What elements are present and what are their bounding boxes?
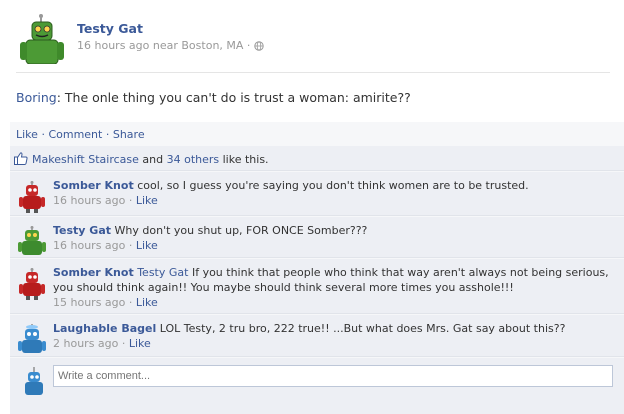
post-actions: Like · Comment · Share bbox=[16, 128, 145, 141]
meta-separator: · bbox=[246, 39, 251, 52]
action-separator: · bbox=[41, 128, 45, 141]
comment: Somber Knot cool, so I guess you're sayi… bbox=[10, 172, 624, 216]
comment-time[interactable]: 16 hours ago bbox=[53, 239, 125, 252]
comment-meta: 16 hours ago · Like bbox=[53, 239, 158, 252]
comment: Testy Gat Why don't you shut up, FOR ONC… bbox=[10, 217, 624, 258]
comment-like-link[interactable]: Like bbox=[136, 296, 158, 309]
post-time[interactable]: 16 hours ago bbox=[77, 39, 149, 52]
current-user-avatar[interactable] bbox=[20, 367, 48, 399]
comment-input[interactable] bbox=[53, 365, 613, 387]
author-avatar[interactable] bbox=[18, 14, 68, 64]
post-author[interactable]: Testy Gat bbox=[77, 21, 143, 36]
share-link[interactable]: Share bbox=[113, 128, 145, 141]
post-location[interactable]: Boston, MA bbox=[181, 39, 243, 52]
action-separator: · bbox=[105, 128, 110, 141]
commenter-name[interactable]: Somber Knot bbox=[53, 179, 134, 192]
comment-time[interactable]: 16 hours ago bbox=[53, 194, 125, 207]
liker-name[interactable]: Makeshift Staircase bbox=[32, 153, 139, 166]
comment-meta: 16 hours ago · Like bbox=[53, 194, 158, 207]
commenter-name[interactable]: Somber Knot bbox=[53, 266, 134, 279]
comment-meta: 15 hours ago · Like bbox=[53, 296, 158, 309]
comment-mention[interactable]: Testy Gat bbox=[137, 266, 188, 279]
location-prefix: near bbox=[152, 39, 178, 52]
comment-text: Why don't you shut up, FOR ONCE Somber??… bbox=[114, 224, 368, 237]
likes-tail: like this. bbox=[222, 153, 269, 166]
comment: Somber Knot Testy Gat If you think that … bbox=[10, 259, 624, 314]
post-tag[interactable]: Boring bbox=[16, 90, 57, 105]
likes-and: and bbox=[142, 153, 164, 166]
post-text: The onle thing you can't do is trust a w… bbox=[60, 90, 411, 105]
comment-like-link[interactable]: Like bbox=[136, 194, 158, 207]
commenter-name[interactable]: Testy Gat bbox=[53, 224, 111, 237]
comment: Laughable Bagel LOL Testy, 2 tru bro, 22… bbox=[10, 315, 624, 357]
comment-time[interactable]: 2 hours ago bbox=[53, 337, 118, 350]
comment-link[interactable]: Comment bbox=[48, 128, 102, 141]
commenter-avatar[interactable] bbox=[16, 226, 48, 258]
like-link[interactable]: Like bbox=[16, 128, 38, 141]
comment-like-link[interactable]: Like bbox=[136, 239, 158, 252]
comment-like-link[interactable]: Like bbox=[129, 337, 151, 350]
comment-content: Laughable Bagel LOL Testy, 2 tru bro, 22… bbox=[53, 321, 613, 336]
header-divider bbox=[16, 72, 610, 73]
likes-others[interactable]: 34 others bbox=[167, 153, 220, 166]
comment-text: cool, so I guess you're saying you don't… bbox=[137, 179, 529, 192]
commenter-avatar[interactable] bbox=[16, 181, 48, 213]
commenter-name[interactable]: Laughable Bagel bbox=[53, 322, 156, 335]
globe-icon[interactable] bbox=[254, 41, 264, 51]
thumbs-up-icon bbox=[14, 152, 28, 165]
comment-text: LOL Testy, 2 tru bro, 222 true!! ...But … bbox=[159, 322, 566, 335]
write-comment-row bbox=[10, 358, 624, 414]
post-meta: 16 hours ago near Boston, MA · bbox=[77, 39, 264, 52]
post-body: Boring: The onle thing you can't do is t… bbox=[16, 90, 411, 105]
comment-content: Somber Knot cool, so I guess you're sayi… bbox=[53, 178, 613, 193]
comment-content: Testy Gat Why don't you shut up, FOR ONC… bbox=[53, 223, 613, 238]
feedback-area: Like · Comment · Share Makeshift Stairca… bbox=[10, 122, 624, 414]
comment-content: Somber Knot Testy Gat If you think that … bbox=[53, 265, 613, 295]
commenter-avatar[interactable] bbox=[16, 324, 48, 356]
post-header: Testy Gat 16 hours ago near Boston, MA · bbox=[0, 0, 624, 72]
likes-text: Makeshift Staircase and 34 others like t… bbox=[32, 153, 269, 166]
comment-meta: 2 hours ago · Like bbox=[53, 337, 151, 350]
comment-time[interactable]: 15 hours ago bbox=[53, 296, 125, 309]
likes-summary: Makeshift Staircase and 34 others like t… bbox=[10, 146, 624, 171]
commenter-avatar[interactable] bbox=[16, 268, 48, 300]
